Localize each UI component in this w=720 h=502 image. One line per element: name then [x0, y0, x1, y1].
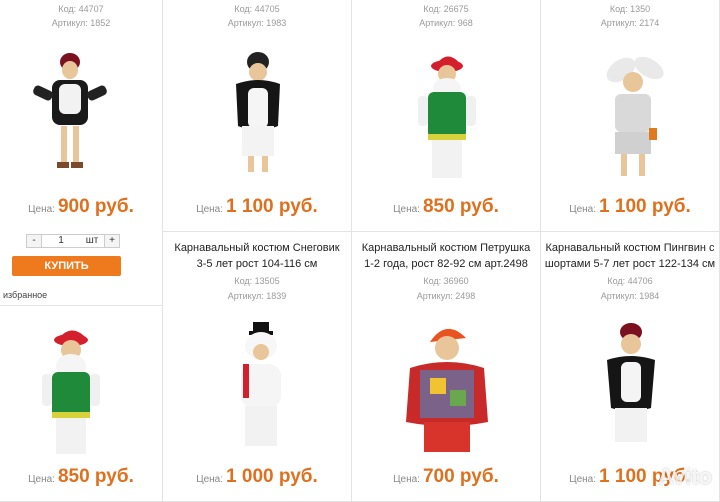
product-image[interactable]	[28, 320, 114, 456]
buy-button[interactable]: КУПИТЬ	[12, 256, 121, 276]
price-value: 700 руб.	[422, 466, 499, 487]
price: Цена: 1 100 руб.	[541, 196, 719, 218]
product-card-4[interactable]: Код: 1350 Артикул: 2174 Цена: 1 100 руб.	[541, 0, 720, 232]
product-code: Код: 36960	[423, 276, 469, 286]
increment-button[interactable]: +	[104, 234, 120, 248]
price-label: Цена:	[28, 204, 55, 215]
price-value: 850 руб.	[422, 196, 499, 217]
price-label: Цена:	[393, 474, 420, 485]
price: Цена: 700 руб.	[352, 466, 540, 488]
price-label: Цена:	[196, 474, 224, 485]
price-value: 1 100 руб.	[226, 196, 318, 217]
product-article: Артикул: 968	[419, 18, 473, 28]
product-article: Артикул: 2174	[600, 18, 660, 28]
product-code: Код: 13505	[234, 276, 280, 286]
product-image[interactable]	[591, 48, 677, 180]
product-card-8[interactable]: Карнавальный костюм Пингвин с шортами 5-…	[541, 232, 720, 502]
price-label: Цена:	[28, 474, 55, 485]
product-code: Код: 44706	[607, 276, 653, 286]
price-value: 1 100 руб.	[599, 196, 691, 217]
product-title[interactable]: Карнавальный костюм Снеговик 3-5 лет рос…	[163, 240, 351, 272]
product-article: Артикул: 1852	[51, 18, 111, 28]
watermark-logo: Avito	[657, 464, 712, 489]
price: Цена: 850 руб.	[352, 196, 540, 218]
product-code: Код: 44705	[234, 4, 280, 14]
price: Цена: 850 руб.	[0, 466, 162, 488]
decrement-button[interactable]: -	[26, 234, 42, 248]
product-image[interactable]	[218, 48, 298, 176]
product-code: Код: 44707	[58, 4, 104, 14]
quantity-unit: шт	[80, 234, 104, 248]
price-label: Цена:	[393, 204, 420, 215]
product-image[interactable]	[25, 48, 115, 176]
price-label: Цена:	[569, 204, 597, 215]
price-value: 900 руб.	[57, 196, 134, 217]
product-title[interactable]: Карнавальный костюм Петрушка 1-2 года, р…	[352, 240, 540, 272]
product-article: Артикул: 1984	[600, 291, 660, 301]
product-code: Код: 26675	[423, 4, 469, 14]
product-card-1[interactable]: Код: 44707 Артикул: 1852 Цена: 900 руб. -…	[0, 0, 163, 306]
product-image[interactable]	[591, 318, 671, 454]
product-card-5[interactable]: Цена: 850 руб.	[0, 306, 163, 502]
product-article: Артикул: 2498	[416, 291, 476, 301]
product-image[interactable]	[380, 318, 514, 454]
price-label: Цена:	[196, 204, 224, 215]
product-card-3[interactable]: Код: 26675 Артикул: 968 Цена: 850 руб.	[352, 0, 541, 232]
product-card-7[interactable]: Карнавальный костюм Петрушка 1-2 года, р…	[352, 232, 541, 502]
product-card-6[interactable]: Карнавальный костюм Снеговик 3-5 лет рос…	[163, 232, 352, 502]
price: Цена: 1 000 руб.	[163, 466, 351, 488]
product-image[interactable]	[221, 318, 301, 454]
price-value: 1 000 руб.	[226, 466, 318, 487]
product-code: Код: 1350	[609, 4, 651, 14]
product-title[interactable]: Карнавальный костюм Пингвин с шортами 5-…	[541, 240, 719, 272]
quantity-input[interactable]: 1	[42, 234, 80, 248]
price: Цена: 1 100 руб.	[163, 196, 351, 218]
product-card-2[interactable]: Код: 44705 Артикул: 1983 Цена: 1 100 руб.	[163, 0, 352, 232]
product-article: Артикул: 1839	[227, 291, 287, 301]
price-label: Цена:	[569, 474, 597, 485]
product-article: Артикул: 1983	[227, 18, 287, 28]
quantity-stepper[interactable]: - 1 шт +	[26, 234, 120, 248]
product-image[interactable]	[404, 46, 490, 180]
favorite-link[interactable]: избранное	[3, 290, 47, 300]
price: Цена: 900 руб.	[0, 196, 162, 218]
price-value: 850 руб.	[57, 466, 134, 487]
